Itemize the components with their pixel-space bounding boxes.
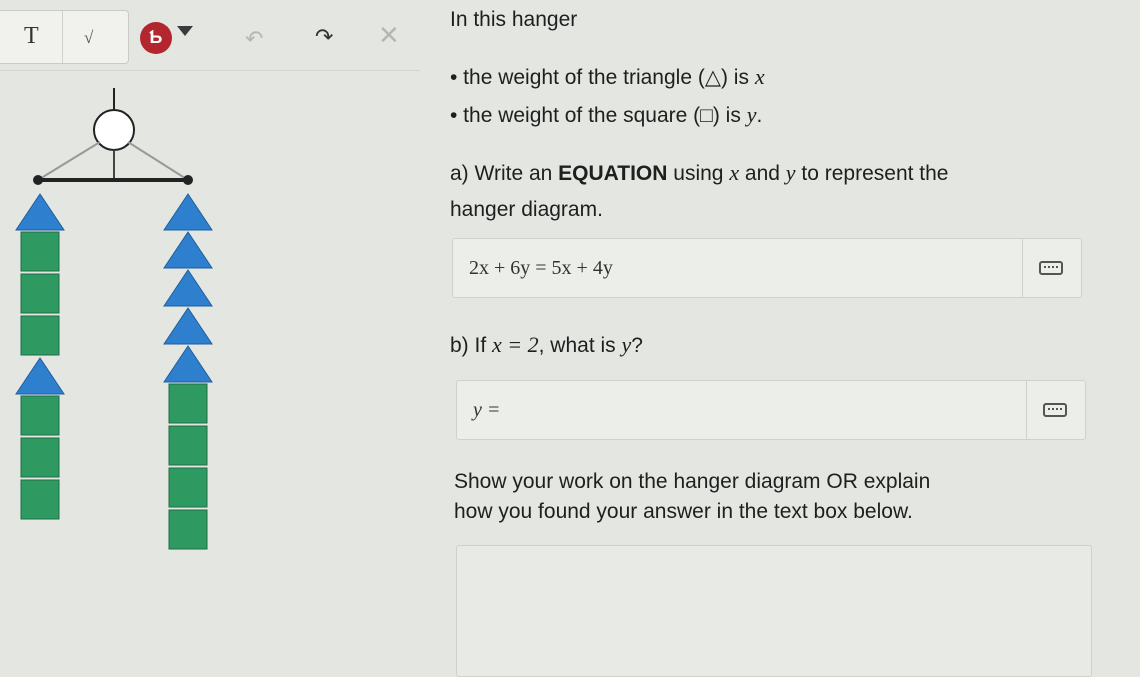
part-b-var: y (621, 332, 632, 357)
y-answer-value: y = (473, 399, 501, 421)
part-b-mid: , what is (538, 334, 622, 357)
y-answer-box[interactable]: y = (456, 380, 1086, 440)
keyboard-button[interactable] (1026, 381, 1085, 439)
bullet-square-end: . (756, 104, 763, 127)
hanger-left-end (33, 175, 43, 185)
drawing-toolbar: T √ (0, 10, 129, 64)
part-a-x: x (729, 160, 740, 185)
bullet-triangle: • the weight of the triangle (△) is x (450, 64, 765, 90)
toolbar-divider (62, 11, 63, 63)
pen-icon[interactable]: Ƅ (140, 22, 172, 54)
intro-text: In this hanger (450, 8, 578, 31)
text-tool-icon[interactable]: T (24, 23, 39, 50)
part-a-and: and (739, 162, 786, 185)
var-x: x (754, 64, 765, 89)
square-weight (168, 383, 208, 424)
equation-answer-value: 2x + 6y = 5x + 4y (469, 257, 613, 279)
triangle-weight (163, 193, 213, 231)
keyboard-icon (1039, 261, 1063, 275)
hanger-ring (93, 109, 135, 151)
hanger-left-side (15, 193, 65, 520)
canvas-divider (0, 70, 420, 71)
part-a-suffix: to represent the (795, 162, 949, 185)
triangle-weight (15, 193, 65, 231)
explanation-textbox[interactable] (456, 545, 1092, 677)
hanger-right-side (163, 193, 213, 550)
hanger-right-end (183, 175, 193, 185)
triangle-weight (15, 357, 65, 395)
keyboard-button[interactable] (1022, 239, 1081, 297)
part-b-line: b) If x = 2, what is y? (450, 332, 643, 358)
part-b-q: ? (631, 334, 643, 357)
show-work-line2: how you found your answer in the text bo… (454, 500, 913, 523)
var-y: y (746, 102, 757, 127)
undo-icon[interactable]: ↶ (245, 26, 263, 52)
triangle-weight (163, 345, 213, 383)
bullet-triangle-text: • the weight of the triangle (△) is (450, 66, 755, 89)
equation-answer-box[interactable]: 2x + 6y = 5x + 4y (452, 238, 1082, 298)
chevron-down-icon[interactable] (177, 26, 193, 36)
square-weight (20, 231, 60, 272)
part-a-line2: hanger diagram. (450, 198, 603, 221)
square-weight (20, 315, 60, 356)
part-a-bold: EQUATION (558, 162, 668, 185)
hanger-string-right (127, 141, 189, 181)
triangle-weight (163, 231, 213, 269)
close-icon[interactable]: ✕ (378, 20, 400, 51)
triangle-weight (163, 307, 213, 345)
show-work-line1: Show your work on the hanger diagram OR … (454, 470, 931, 493)
square-weight (168, 509, 208, 550)
triangle-weight (163, 269, 213, 307)
part-a-mid: using (667, 162, 730, 185)
square-weight (20, 437, 60, 478)
part-a-prefix: a) Write an (450, 162, 559, 185)
square-weight (168, 467, 208, 508)
redo-icon[interactable]: ↷ (315, 24, 333, 50)
part-a-line1: a) Write an EQUATION using x and y to re… (450, 160, 949, 186)
part-b-cond: x = 2 (492, 332, 539, 357)
square-weight (20, 395, 60, 436)
hanger-string-left (37, 141, 101, 181)
math-tool-icon[interactable]: √ (84, 28, 93, 48)
keyboard-icon (1043, 403, 1067, 417)
square-weight (20, 479, 60, 520)
part-a-y: y (785, 160, 796, 185)
part-b-prefix: b) If (450, 334, 493, 357)
square-weight (168, 425, 208, 466)
square-weight (20, 273, 60, 314)
bullet-square: • the weight of the square (□) is y. (450, 102, 762, 128)
hanger-diagram[interactable] (0, 80, 240, 590)
bullet-square-text: • the weight of the square (□) is (450, 104, 747, 127)
